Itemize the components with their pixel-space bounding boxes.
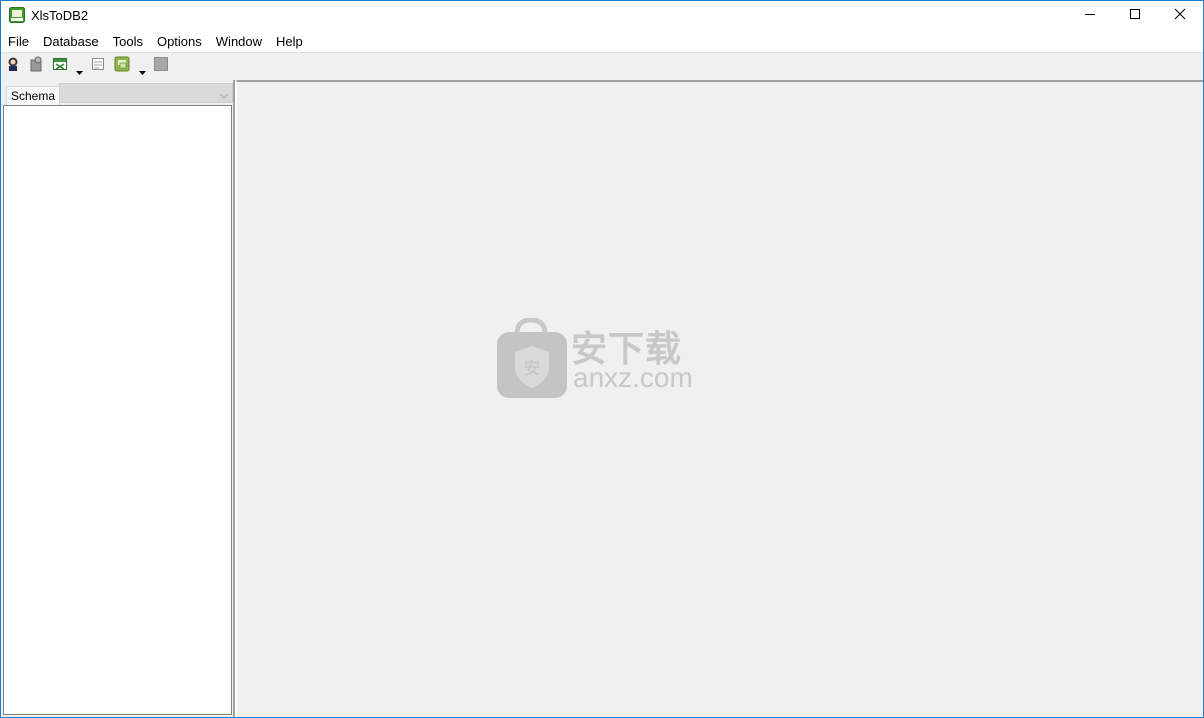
minimize-icon — [1084, 7, 1096, 25]
watermark-logo: 安 安下载 anxz.com — [495, 317, 715, 402]
menu-bar: File Database Tools Options Window Help — [1, 31, 1203, 52]
close-icon — [1174, 7, 1186, 25]
schema-tab[interactable]: Schema — [6, 86, 60, 105]
minimize-button[interactable] — [1067, 1, 1113, 31]
menu-options[interactable]: Options — [150, 31, 209, 52]
excel-import-dropdown[interactable] — [76, 63, 83, 75]
excel-import-icon — [52, 56, 68, 77]
dropdown-arrow-icon — [76, 63, 83, 80]
window-switch-button[interactable] — [113, 56, 131, 77]
menu-database[interactable]: Database — [36, 31, 106, 52]
maximize-button[interactable] — [1112, 1, 1158, 31]
disconnect-button[interactable] — [27, 56, 45, 77]
form-button[interactable] — [89, 57, 107, 75]
dropdown-arrow-icon — [139, 63, 146, 80]
window-title: XlsToDB2 — [31, 8, 89, 23]
window-switch-icon — [114, 56, 130, 77]
connect-icon — [5, 56, 21, 77]
menu-help[interactable]: Help — [269, 31, 310, 52]
connect-button[interactable] — [4, 57, 22, 75]
stop-button[interactable] — [152, 56, 170, 77]
menu-file[interactable]: File — [1, 31, 36, 52]
menu-tools[interactable]: Tools — [106, 31, 150, 52]
schema-pane: Schema — [1, 80, 235, 717]
chevron-down-icon — [219, 88, 229, 99]
menu-window[interactable]: Window — [209, 31, 269, 52]
close-button[interactable] — [1157, 1, 1203, 31]
schema-select[interactable] — [59, 83, 233, 103]
watermark-badge-char: 安 — [524, 359, 541, 379]
stop-icon — [153, 56, 169, 77]
maximize-icon — [1129, 7, 1141, 25]
form-icon — [90, 56, 106, 77]
title-bar[interactable]: XlsToDB2 — [1, 1, 1203, 31]
app-window: XlsToDB2 File Database Tools Options Win… — [0, 0, 1204, 718]
excel-import-button[interactable] — [51, 57, 69, 75]
disconnect-icon — [28, 56, 44, 77]
watermark-en-text: anxz.com — [573, 362, 693, 393]
app-icon — [9, 7, 25, 23]
watermark-bag-icon: 安 — [497, 317, 567, 398]
schema-tree[interactable] — [3, 105, 232, 715]
toolbar — [1, 52, 1203, 81]
window-switch-dropdown[interactable] — [139, 63, 146, 75]
mdi-workspace[interactable]: 安 安下载 anxz.com — [236, 80, 1203, 717]
